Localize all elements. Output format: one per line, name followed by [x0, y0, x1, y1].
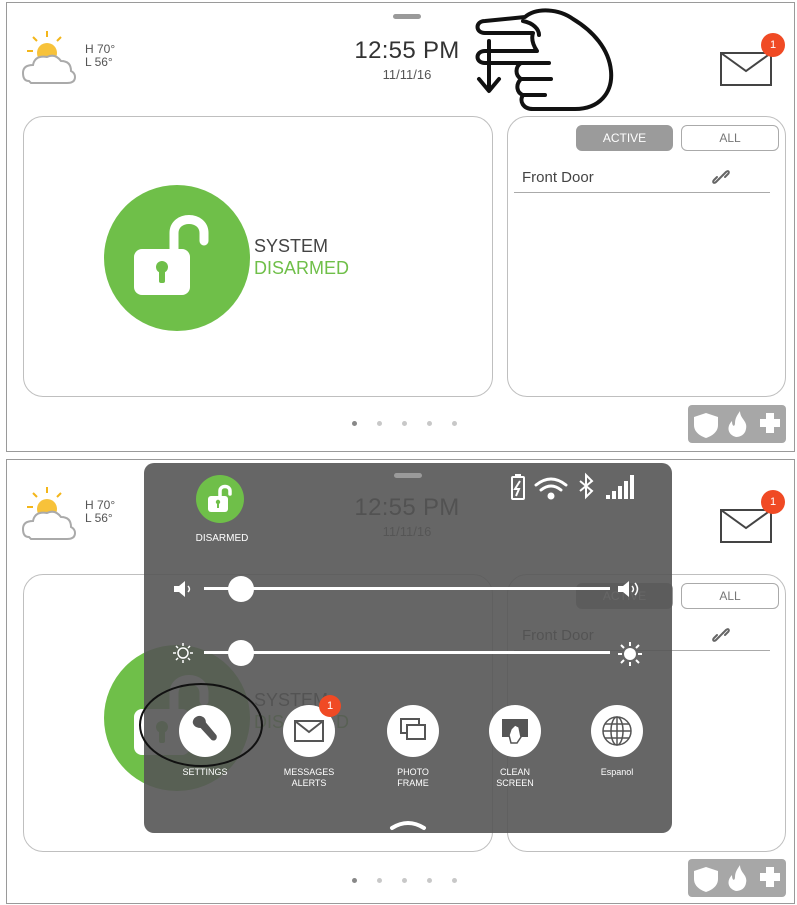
wifi-icon [534, 477, 568, 500]
weather-widget[interactable]: H 70° L 56° [19, 29, 129, 99]
link-icon [712, 170, 730, 184]
tab-all[interactable]: ALL [681, 583, 779, 609]
page-dot[interactable] [452, 878, 457, 883]
home-screen-with-quick-panel: H 70° L 56° 12:55 PM 11/11/16 1 SYSTEM D… [6, 459, 795, 904]
volume-thumb[interactable] [228, 576, 254, 602]
page-dot[interactable] [402, 421, 407, 426]
system-status-icons [511, 472, 634, 500]
messages-alerts-badge: 1 [319, 695, 341, 717]
sensor-row[interactable]: Front Door [514, 161, 770, 193]
photo-frame-icon [400, 718, 426, 740]
status-line-system: SYSTEM [254, 236, 329, 256]
photo-frame-label: PHOTO FRAME [397, 767, 429, 788]
sensor-panel: ACTIVE ALL Front Door [507, 116, 786, 397]
weather-low: L 56° [85, 55, 113, 69]
clock: 12:55 PM 11/11/16 [337, 37, 477, 82]
arming-status-button[interactable] [104, 185, 250, 331]
weather-low: L 56° [85, 511, 113, 525]
status-line-disarmed: DISARMED [254, 258, 350, 278]
photo-frame-button[interactable]: PHOTO FRAME [368, 705, 458, 789]
arming-status-button[interactable] [196, 475, 244, 523]
page-dot[interactable] [427, 878, 432, 883]
brightness-high-icon [618, 642, 642, 666]
clean-screen-icon [502, 719, 528, 744]
emergency-icons [694, 865, 780, 892]
page-dot[interactable] [352, 878, 357, 883]
messages-badge: 1 [761, 490, 785, 514]
globe-icon [602, 716, 632, 746]
page-dot[interactable] [427, 421, 432, 426]
sensor-name: Front Door [522, 169, 594, 186]
partly-cloudy-icon [21, 31, 77, 84]
messages-alerts-label: MESSAGES ALERTS [283, 767, 335, 788]
page-dot[interactable] [352, 421, 357, 426]
link-icon [712, 628, 730, 642]
brightness-low-icon [173, 643, 193, 663]
emergency-icons [694, 411, 780, 438]
clock-time: 12:55 PM [354, 37, 460, 64]
unlocked-padlock-icon [134, 215, 209, 295]
pull-down-handle[interactable] [394, 473, 422, 478]
shield-icon [694, 413, 718, 438]
volume-high-icon [618, 581, 639, 597]
emergency-button[interactable] [688, 859, 786, 897]
page-dot[interactable] [377, 878, 382, 883]
messages-button[interactable]: 1 [719, 33, 785, 89]
messages-badge: 1 [761, 33, 785, 57]
volume-low-icon [174, 581, 191, 597]
weather-widget[interactable]: H 70° L 56° [19, 485, 129, 555]
tab-active[interactable]: ACTIVE [576, 125, 673, 151]
unlocked-padlock-icon [208, 484, 232, 512]
language-label: Espanol [600, 767, 634, 777]
pull-down-handle[interactable] [393, 14, 421, 19]
shield-icon [694, 867, 718, 892]
page-dot[interactable] [452, 421, 457, 426]
medical-cross-icon [760, 413, 780, 433]
quick-settings-panel: DISARMED SETTINGS 1 MESSAGES ALERTS PHOT… [144, 463, 672, 833]
arming-panel[interactable]: SYSTEM DISARMED [23, 116, 493, 397]
settings-label: SETTINGS [182, 767, 228, 777]
tab-all[interactable]: ALL [681, 125, 779, 151]
language-button[interactable]: Espanol [572, 705, 662, 778]
messages-alerts-button[interactable]: 1 MESSAGES ALERTS [264, 695, 354, 789]
brightness-track[interactable] [204, 651, 610, 654]
chevron-up-icon[interactable] [388, 817, 428, 831]
brightness-thumb[interactable] [228, 640, 254, 666]
settings-highlight-circle [139, 683, 263, 767]
fire-icon [728, 865, 747, 891]
volume-slider[interactable] [172, 574, 642, 604]
battery-charging-icon [511, 474, 525, 500]
clean-screen-button[interactable]: CLEAN SCREEN [470, 705, 560, 789]
home-screen-before: H 70° L 56° 12:55 PM 11/11/16 1 SYSTEM D… [6, 2, 795, 452]
brightness-slider[interactable] [172, 638, 642, 668]
clock-date: 11/11/16 [382, 67, 432, 82]
bluetooth-icon [579, 472, 594, 500]
partly-cloudy-icon [21, 487, 77, 540]
page-dot[interactable] [377, 421, 382, 426]
medical-cross-icon [760, 867, 780, 887]
arming-status-label: DISARMED [195, 533, 249, 544]
clean-screen-label: CLEAN SCREEN [496, 767, 534, 788]
cellular-signal-icon [606, 475, 634, 499]
page-dot[interactable] [402, 878, 407, 883]
volume-track[interactable] [204, 587, 610, 590]
messages-button[interactable]: 1 [719, 490, 785, 546]
emergency-button[interactable] [688, 405, 786, 443]
fire-icon [728, 411, 747, 437]
swipe-down-hand-icon [475, 8, 614, 111]
